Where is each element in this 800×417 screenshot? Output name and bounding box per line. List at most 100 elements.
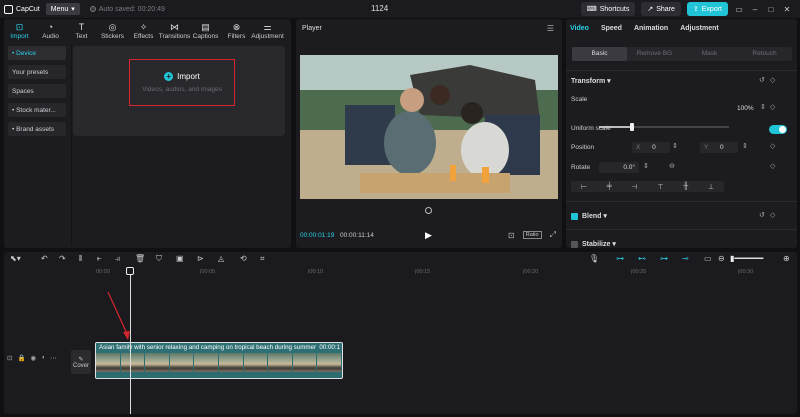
scale-slider-knob[interactable] xyxy=(629,123,634,131)
tab-video[interactable]: Video xyxy=(570,25,589,32)
ruler-label: |00:15 xyxy=(415,269,431,275)
keyframe-icon[interactable]: ◇ xyxy=(770,211,775,219)
stepper-icon[interactable]: ⇕ xyxy=(643,162,649,170)
rotate-dial-icon[interactable]: ⊖ xyxy=(669,162,675,170)
tab-label: Transitions xyxy=(158,32,191,40)
video-preview[interactable] xyxy=(300,55,558,199)
linkage-icon[interactable]: ⊶ xyxy=(660,254,668,263)
tab-label: Audio xyxy=(42,32,59,40)
maximize-icon[interactable]: □ xyxy=(766,5,776,14)
menu-button[interactable]: Menu ▾ xyxy=(45,3,80,15)
tab-audio[interactable]: ◔ Audio xyxy=(35,19,66,43)
subtab-remove-bg[interactable]: Remove BG xyxy=(627,47,682,61)
caption-icon[interactable]: ▭ xyxy=(704,254,712,263)
align-top-icon[interactable]: ⊤ xyxy=(657,183,663,191)
position-x-field[interactable]: X 0 xyxy=(632,142,670,153)
tab-captions[interactable]: ▤ Captions xyxy=(190,19,221,43)
reset-icon[interactable]: ↺ xyxy=(759,76,765,84)
player-controls: 00:00:01:19 00:00:11:14 ▶ ⊡ Ratio ⤢ xyxy=(300,230,558,242)
fullscreen-icon[interactable]: ⤢ xyxy=(550,230,556,240)
tab-transitions[interactable]: ⋈ Transitions xyxy=(158,19,191,43)
keyframe-icon[interactable]: ◇ xyxy=(770,142,775,150)
ruler-label: |00:10 xyxy=(308,269,324,275)
transform-section-title[interactable]: Transform ▾ xyxy=(571,77,611,85)
project-title[interactable]: 1124 xyxy=(371,4,388,13)
keyframe-icon[interactable]: ◇ xyxy=(770,103,775,111)
scrub-handle[interactable] xyxy=(425,207,432,214)
stepper-icon[interactable]: ⇕ xyxy=(672,142,678,150)
tab-label: Stickers xyxy=(100,32,125,40)
fit-frame-icon[interactable]: ⊡ xyxy=(508,231,515,240)
sidebar-item-stock-materials[interactable]: • Stock mater... xyxy=(8,103,66,117)
sidebar-item-spaces[interactable]: Spaces xyxy=(8,84,66,98)
sidebar-item-device[interactable]: • Device xyxy=(8,46,66,60)
stabilize-checkbox[interactable] xyxy=(571,241,578,248)
scale-value[interactable]: 100% xyxy=(733,103,759,114)
position-y-field[interactable]: Y 0 xyxy=(700,142,738,153)
blend-label: Blend xyxy=(582,213,602,220)
scale-slider[interactable] xyxy=(599,123,729,131)
close-icon[interactable]: ✕ xyxy=(782,5,792,14)
keyframe-icon[interactable]: ◇ xyxy=(770,76,775,84)
layout-icon[interactable]: ▭ xyxy=(734,5,744,14)
app-logo: CapCut xyxy=(4,4,40,14)
align-left-icon[interactable]: ⊢ xyxy=(581,183,587,191)
align-bottom-icon[interactable]: ⊥ xyxy=(708,183,714,191)
divider xyxy=(566,229,797,230)
align-middle-v-icon[interactable]: ╫ xyxy=(683,183,688,190)
rotate-field[interactable]: 0.0° xyxy=(599,162,639,173)
subtab-mask[interactable]: Mask xyxy=(682,47,737,61)
preview-axis-icon[interactable]: ⊸ xyxy=(682,254,689,263)
tab-adjustment[interactable]: Adjustment xyxy=(680,25,719,32)
export-button[interactable]: ⇪ Export xyxy=(686,2,728,16)
auto-snap-icon[interactable]: ⊷ xyxy=(638,254,646,263)
reset-icon[interactable]: ↺ xyxy=(759,211,765,219)
title-bar: CapCut Menu ▾ Auto saved: 00:20:49 1124 … xyxy=(0,0,800,18)
freeze-icon[interactable]: ▣ xyxy=(176,254,184,263)
tab-adjustment[interactable]: ⚌ Adjustment xyxy=(251,19,284,43)
subtab-basic[interactable]: Basic xyxy=(572,47,627,61)
tab-text[interactable]: T Text xyxy=(66,19,97,43)
rotate-label: Rotate xyxy=(571,164,591,171)
stepper-icon[interactable]: ⇕ xyxy=(742,142,748,150)
zoom-in-icon[interactable]: ⊕ xyxy=(783,254,790,263)
uniform-scale-toggle[interactable] xyxy=(769,125,787,134)
microphone-icon[interactable]: 🎙 xyxy=(589,254,599,263)
tab-effects[interactable]: ✧ Effects xyxy=(128,19,159,43)
keyframe-icon[interactable]: ◇ xyxy=(770,162,775,170)
blend-section-title[interactable]: Blend ▾ xyxy=(582,212,607,220)
beach-family-scene xyxy=(300,55,558,199)
main-track-magnet-icon[interactable]: ⊶ xyxy=(616,254,624,263)
play-icon[interactable]: ▶ xyxy=(425,230,432,241)
zoom-out-icon[interactable]: ⊖ xyxy=(718,254,725,263)
stabilize-section-title[interactable]: Stabilize ▾ xyxy=(582,240,616,248)
minimize-icon[interactable]: – xyxy=(750,5,760,14)
share-button[interactable]: ↗ Share xyxy=(641,2,681,16)
tab-import[interactable]: ⊡ Import xyxy=(4,19,35,43)
details-subtabs: Basic Remove BG Mask Retouch xyxy=(572,47,792,61)
sidebar-item-your-presets[interactable]: Your presets xyxy=(8,65,66,79)
mirror-icon[interactable]: ◬ xyxy=(218,254,224,263)
tab-stickers[interactable]: ◎ Stickers xyxy=(97,19,128,43)
crop-icon[interactable]: ⌗ xyxy=(260,254,265,264)
divider xyxy=(71,45,72,245)
shortcuts-button[interactable]: ⌨ Shortcuts xyxy=(580,2,636,16)
tab-speed[interactable]: Speed xyxy=(601,25,622,32)
blend-checkbox[interactable] xyxy=(571,213,578,220)
import-dropzone[interactable]: + Import Videos, audios, and images xyxy=(73,46,285,136)
tab-filters[interactable]: ⊗ Filters xyxy=(221,19,252,43)
ratio-button[interactable]: Ratio xyxy=(522,231,542,239)
zoom-slider[interactable]: ▮━━━━━━ xyxy=(730,254,763,263)
sidebar-item-brand-assets[interactable]: • Brand assets xyxy=(8,122,66,136)
hamburger-menu-icon[interactable]: ☰ xyxy=(547,24,554,33)
rotate-icon[interactable]: ⟲ xyxy=(240,254,247,263)
reverse-icon[interactable]: ⊳ xyxy=(197,254,204,263)
x-label: X xyxy=(636,144,641,151)
align-center-h-icon[interactable]: ╪ xyxy=(607,183,612,190)
align-right-icon[interactable]: ⊣ xyxy=(631,183,637,191)
stepper-icon[interactable]: ⇕ xyxy=(760,103,766,111)
import-button[interactable]: + Import xyxy=(164,72,200,81)
plus-icon: + xyxy=(164,72,174,81)
subtab-retouch[interactable]: Retouch xyxy=(737,47,792,61)
tab-animation[interactable]: Animation xyxy=(634,25,668,32)
